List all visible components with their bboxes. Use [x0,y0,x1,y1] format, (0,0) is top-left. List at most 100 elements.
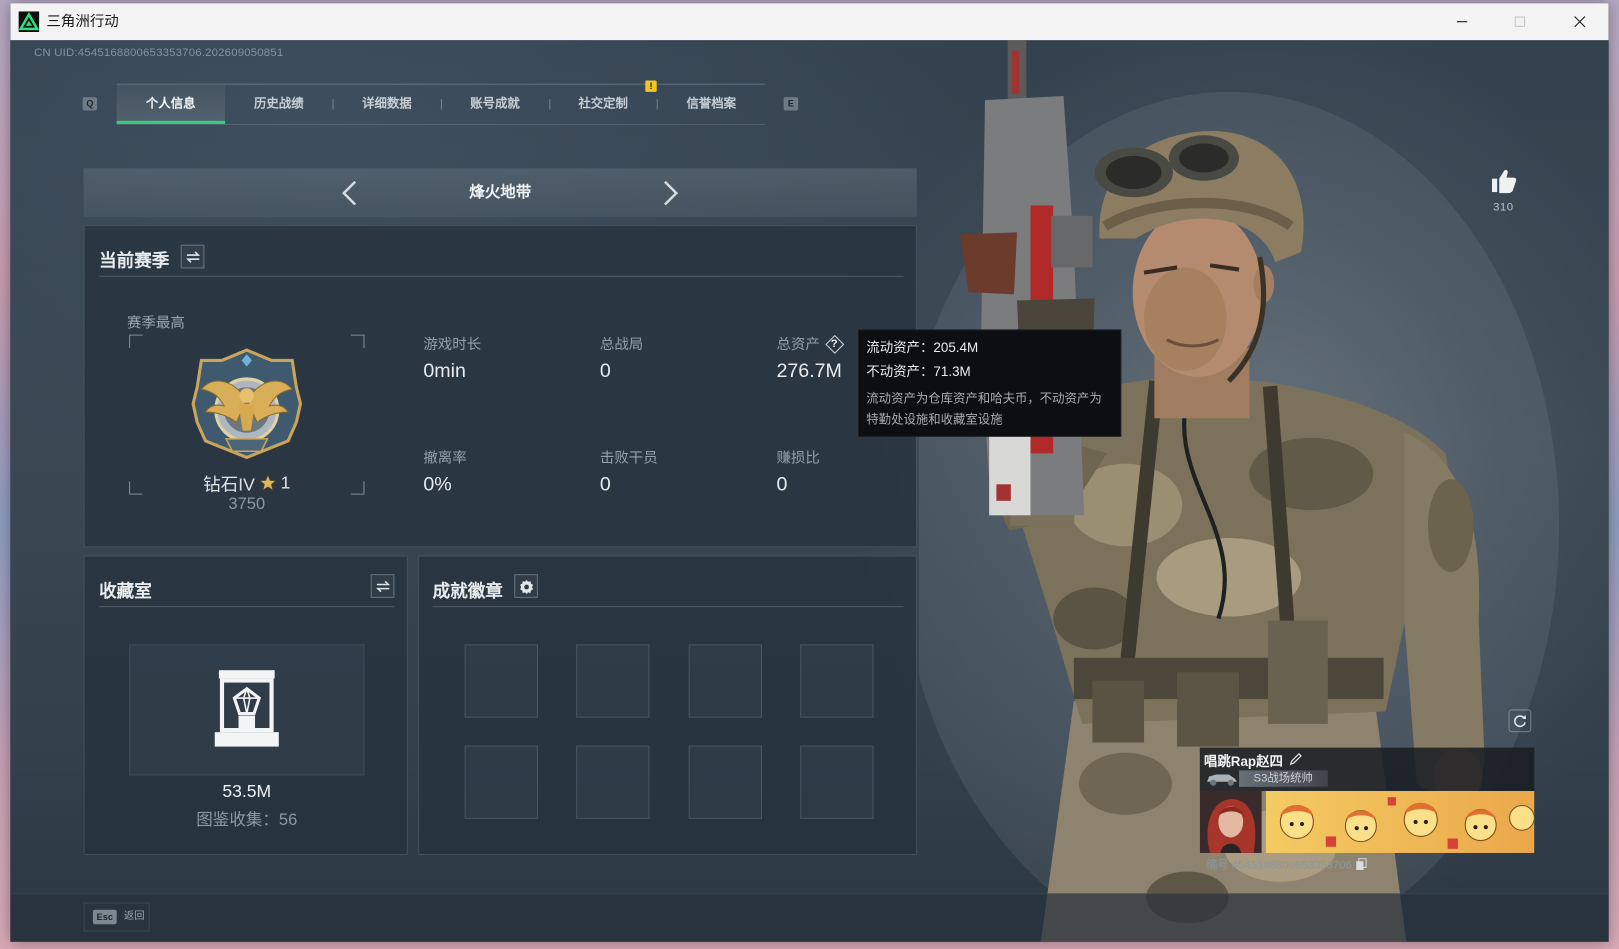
stat-play-time: 游戏时长 0min [423,334,481,384]
stat-total-matches: 总战局 0 [600,334,643,384]
badge-slot[interactable] [688,644,763,718]
badge-slot[interactable] [576,745,650,819]
season-best-label: 赛季最高 [127,313,185,331]
mode-selector-label: 烽火地带 [469,183,532,202]
asset-note: 流动资产为仓库资产和哈夫币，不动资产为特勤处设施和收藏室设施 [866,391,1102,427]
alert-badge-icon [645,80,657,92]
panel-title: 成就徽章 [432,581,503,601]
desktop: 三角洲行动 CN UID:4545168800653353706.2026090… [0,0,1619,949]
title-bar[interactable]: 三角洲行动 [10,3,1609,41]
player-card-header: 唱跳Rap赵四 S3战场统帅 [1199,747,1535,792]
refresh-icon [1514,715,1527,728]
back-label[interactable]: 返回 [124,910,145,924]
stat-value: 0 [599,473,611,496]
badge-settings-button[interactable] [514,574,538,598]
account-uid: CN UID:4545168800653353706.202609050851 [34,46,284,59]
minimize-button[interactable] [1438,3,1485,40]
rank-points: 3750 [228,495,266,514]
player-title-text: S3战场统帅 [1253,772,1313,785]
tab-detailed-data[interactable]: 详细数据 [333,85,441,124]
tab-social-customization[interactable]: 社交定制 [549,85,657,124]
badge-slot[interactable] [464,745,538,819]
frame-corner [129,334,143,348]
player-banner [1265,791,1535,853]
player-avatar[interactable] [1199,791,1262,853]
badge-slot[interactable] [576,644,650,718]
swap-icon [185,250,200,263]
stat-total-assets: 总资产 276.7M [776,334,841,384]
badge-slot[interactable] [688,745,763,819]
question-icon[interactable] [827,337,841,351]
badge-slot[interactable] [800,644,874,718]
vehicle-icon [1207,774,1237,786]
edit-icon[interactable] [1289,752,1303,766]
stat-label: 总资产 [776,335,820,353]
tab-label: 个人信息 [145,96,196,111]
panel-title: 当前赛季 [99,250,170,271]
refresh-button[interactable] [1508,709,1532,733]
maximize-icon [1514,16,1526,27]
tab-credit-record[interactable]: 信誉档案 [657,85,765,124]
tab-label: 社交定制 [578,96,628,111]
app-window: 三角洲行动 CN UID:4545168800653353706.2026090… [10,3,1609,942]
close-icon [1574,16,1586,28]
season-switch-button[interactable] [180,244,205,269]
stat-label: 撤离率 [423,449,467,466]
collection-value: 53.5M [222,781,272,802]
player-name: 唱跳Rap赵四 [1203,753,1283,770]
rank-stars: 1 [280,472,291,493]
star-icon [258,473,277,492]
tab-label: 信誉档案 [686,96,737,111]
collection-catalog-count: 图鉴收集：56 [196,811,298,830]
bottom-bar: Esc 返回 [10,893,1609,942]
tab-label: 详细数据 [362,96,412,111]
panel-title: 收藏室 [99,581,152,601]
badge-slot[interactable] [800,745,874,819]
stat-label: 击败干员 [599,449,658,466]
maximize-button[interactable] [1496,3,1543,40]
stat-value: 276.7M [776,360,842,383]
current-season-panel: 当前赛季 赛季最高 钻石IV 1 3750 游戏时长 0min 总战局 0 总资… [83,225,917,548]
next-tab-key[interactable]: E [783,97,799,111]
triangle-logo-icon [18,11,40,33]
minimize-icon [1456,21,1468,23]
achievement-badges-panel: 成就徽章 [418,555,917,856]
tab-label: 账号成就 [470,96,520,111]
player-title-badge: S3战场统帅 [1239,770,1328,787]
stat-profit-loss-ratio: 赚损比 0 [776,447,819,497]
copy-icon[interactable] [1356,858,1367,870]
stat-label: 游戏时长 [423,335,482,353]
divider [432,606,904,608]
tab-match-history[interactable]: 历史战绩 [225,85,333,124]
player-id: 编号 4545168800653353706 [1205,859,1352,872]
collection-room-panel[interactable]: 收藏室 53.5M 图鉴收集：56 [83,555,408,856]
liquid-assets: 流动资产：205.4M [866,339,979,356]
window-title: 三角洲行动 [46,13,119,30]
fixed-assets: 不动资产：71.3M [866,363,971,379]
stat-extraction-rate: 撤离率 0% [423,447,466,497]
collection-switch-button[interactable] [370,574,395,598]
stat-value: 0% [423,473,452,496]
rank-emblem-icon [191,348,303,460]
stat-operators-defeated: 击败干员 0 [600,447,658,497]
divider [99,275,904,277]
rank-line: 钻石IV 1 [129,470,364,496]
tab-achievements[interactable]: 账号成就 [441,85,549,124]
tab-personal-info[interactable]: 个人信息 [116,84,225,124]
player-card[interactable]: 唱跳Rap赵四 S3战场统帅 编号 4545168800653353706 [1199,747,1535,876]
esc-key[interactable]: Esc [92,909,117,925]
asset-tooltip: 流动资产：205.4M 不动资产：71.3M 流动资产为仓库资产和哈夫币，不动资… [858,329,1122,437]
mode-selector: 烽火地带 [83,168,917,217]
thumbs-up-icon[interactable] [1490,167,1517,194]
stat-label: 总战局 [599,335,644,353]
badge-slot[interactable] [464,644,538,718]
close-button[interactable] [1556,3,1603,40]
stat-value: 0 [776,473,788,496]
prev-tab-key[interactable]: Q [82,97,98,111]
gear-icon [519,579,533,594]
stat-label: 赚损比 [776,449,820,466]
rank-name: 钻石IV [203,475,255,495]
stat-value: 0 [599,360,611,383]
chevron-right-icon[interactable] [663,180,680,207]
player-id-row: 编号 4545168800653353706 [1206,856,1367,873]
